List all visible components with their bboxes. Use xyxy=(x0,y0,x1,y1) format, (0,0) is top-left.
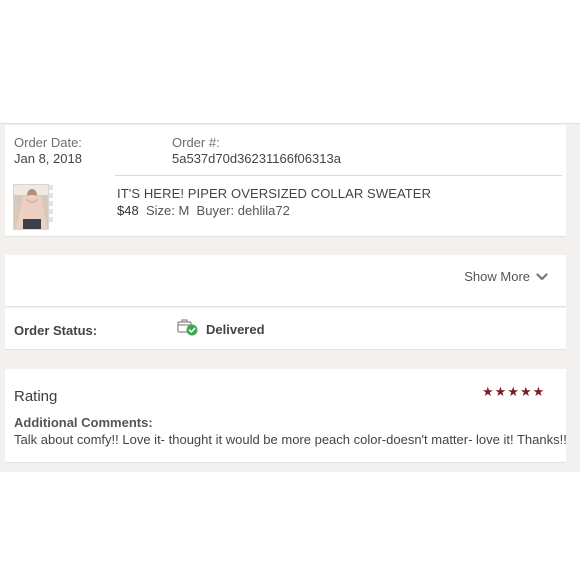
order-date-label: Order Date: xyxy=(14,135,82,150)
star-icon: ★ xyxy=(482,384,494,399)
star-icon: ★ xyxy=(507,384,519,399)
order-date-value: Jan 8, 2018 xyxy=(14,151,82,166)
divider xyxy=(115,175,562,176)
order-number-label: Order #: xyxy=(172,135,220,150)
item-buyer-label: Buyer: xyxy=(196,203,235,218)
item-size-value: M xyxy=(178,203,190,218)
order-status-card: Order Status: Delivered xyxy=(5,308,566,350)
star-icon: ★ xyxy=(519,384,532,399)
rating-card: Rating ★ ★ ★ ★ ★ Additional Comments: Talk a… xyxy=(5,369,567,463)
chevron-down-icon xyxy=(536,272,548,280)
item-thumbnail[interactable] xyxy=(13,184,49,230)
show-more-label: Show More xyxy=(464,269,530,284)
item-size-label: Size: xyxy=(145,203,175,218)
order-summary-card: Order Date: Jan 8, 2018 Order #: 5a537d7… xyxy=(5,125,566,237)
item-buyer-value[interactable]: dehlila72 xyxy=(238,203,290,218)
order-details-screen: Order Date: Jan 8, 2018 Order #: 5a537d7… xyxy=(0,123,580,472)
star-icon: ★ xyxy=(532,384,545,399)
item-meta: $48 Size: M Buyer: dehlila72 xyxy=(117,203,290,218)
comments-label: Additional Comments: xyxy=(14,415,153,430)
delivered-package-icon xyxy=(177,319,198,336)
item-title[interactable]: IT'S HERE! PIPER OVERSIZED COLLAR SWEATE… xyxy=(117,186,431,201)
show-more-card: Show More xyxy=(5,255,566,307)
show-more-button[interactable]: Show More xyxy=(464,269,548,284)
star-rating: ★ ★ ★ ★ ★ xyxy=(482,385,544,399)
order-status-label: Order Status: xyxy=(14,323,98,338)
order-status-value: Delivered xyxy=(206,322,265,337)
star-icon: ★ xyxy=(494,384,507,399)
rating-title: Rating xyxy=(14,388,58,405)
thumbnail-strip xyxy=(49,185,54,227)
comments-text: Talk about comfy!! Love it- thought it w… xyxy=(14,432,567,447)
item-price: $48 xyxy=(117,203,139,218)
order-number-value: 5a537d70d36231166f06313a xyxy=(172,151,341,166)
